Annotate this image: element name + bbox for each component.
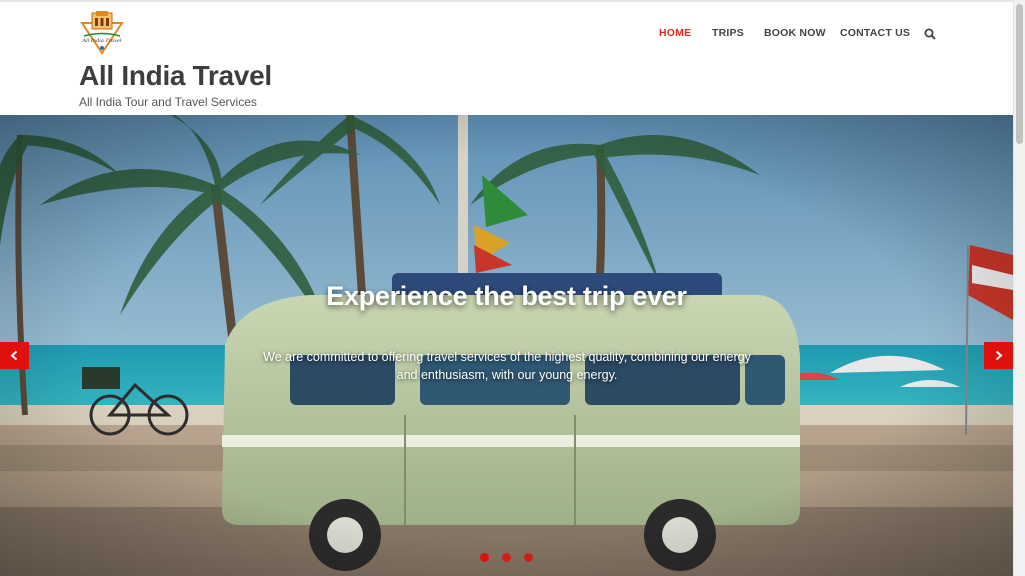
main-nav: HOME TRIPS BOOK NOW CONTACT US — [0, 27, 1013, 43]
hero-title: Experience the best trip ever — [326, 281, 687, 311]
site-title[interactable]: All India Travel — [79, 60, 272, 92]
chevron-left-icon — [10, 350, 18, 361]
slider-dot-2[interactable] — [502, 553, 511, 562]
site-header: All India Travel All India Travel All In… — [0, 2, 1013, 115]
slider-prev-button[interactable] — [0, 342, 29, 369]
nav-item-home[interactable]: HOME — [659, 27, 691, 39]
slider-dot-3[interactable] — [524, 553, 533, 562]
hero-slider: Experience the best trip ever We are com… — [0, 115, 1013, 576]
scrollbar-thumb[interactable] — [1016, 4, 1023, 144]
page-scrollbar[interactable] — [1013, 0, 1025, 576]
slider-pagination — [478, 553, 538, 563]
search-icon[interactable] — [924, 28, 936, 40]
nav-item-contact-us[interactable]: CONTACT US — [840, 27, 910, 39]
site-tagline: All India Tour and Travel Services — [79, 95, 257, 109]
slider-dot-1[interactable] — [480, 553, 489, 562]
nav-item-trips[interactable]: TRIPS — [712, 27, 744, 39]
hero-description: We are committed to offering travel serv… — [263, 350, 751, 382]
chevron-right-icon — [995, 350, 1003, 361]
slider-next-button[interactable] — [984, 342, 1013, 369]
hero-background-image — [0, 115, 1013, 576]
nav-item-book-now[interactable]: BOOK NOW — [764, 27, 826, 39]
